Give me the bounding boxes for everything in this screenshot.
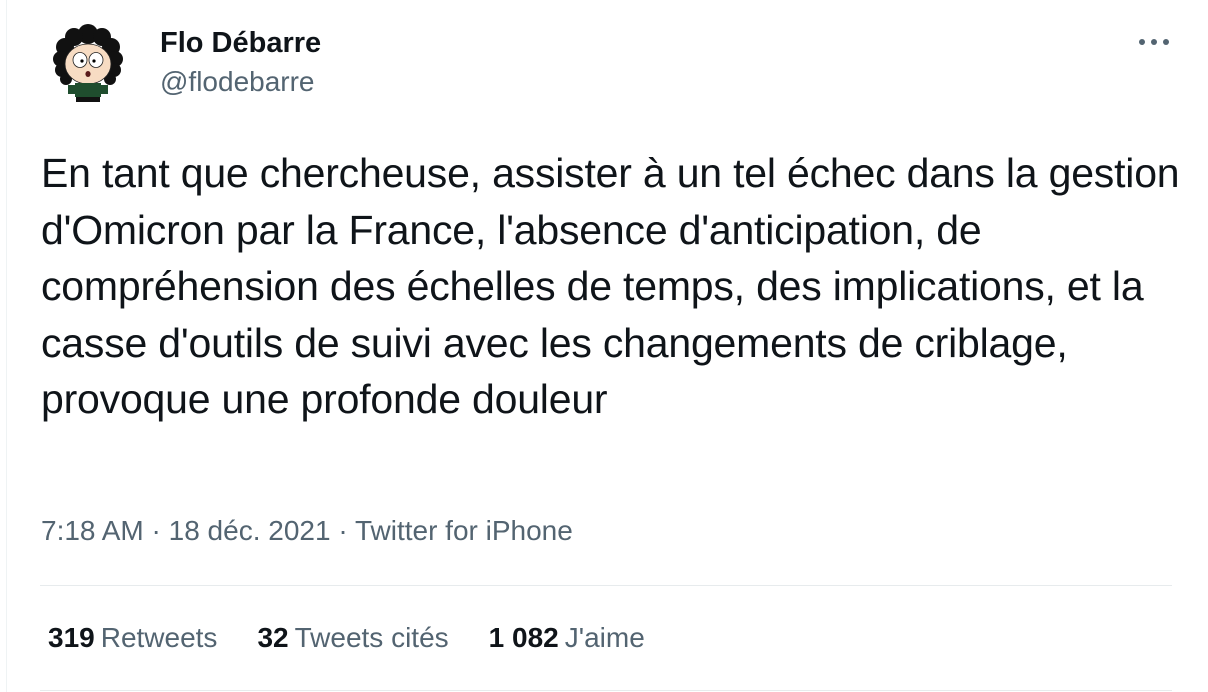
tweet-time[interactable]: 7:18 AM [41,515,144,546]
card-border [6,0,7,692]
tweet-source[interactable]: Twitter for iPhone [355,515,573,546]
author-name[interactable]: Flo Débarre [160,26,321,60]
retweets-stat[interactable]: 319 Retweets [48,620,217,656]
engagement-stats: 319 Retweets 32 Tweets cités 1 082 J'aime [48,620,645,656]
likes-stat[interactable]: 1 082 J'aime [489,620,645,656]
tweet-meta: 7:18 AM · 18 déc. 2021 · Twitter for iPh… [41,513,573,549]
more-options-button[interactable] [1132,24,1176,60]
quotes-count: 32 [257,622,289,653]
quote-tweets-stat[interactable]: 32 Tweets cités [257,620,448,656]
meta-separator: · [151,515,161,546]
likes-label: J'aime [564,622,645,653]
likes-count: 1 082 [488,622,559,653]
tweet-date[interactable]: 18 déc. 2021 [169,515,331,546]
quotes-label: Tweets cités [294,622,449,653]
tweet-card: Flo Débarre @flodebarre En tant que cher… [0,0,1208,692]
divider [40,690,1172,691]
tweet-text: En tant que chercheuse, assister à un te… [41,150,1180,422]
meta-separator: · [338,515,348,546]
author-avatar[interactable] [48,22,128,102]
more-horizontal-icon [1139,39,1169,45]
retweets-count: 319 [48,622,95,653]
divider [40,585,1172,586]
cartoon-avatar-icon [53,24,123,102]
retweets-label: Retweets [100,622,218,653]
author-handle[interactable]: @flodebarre [160,65,315,99]
